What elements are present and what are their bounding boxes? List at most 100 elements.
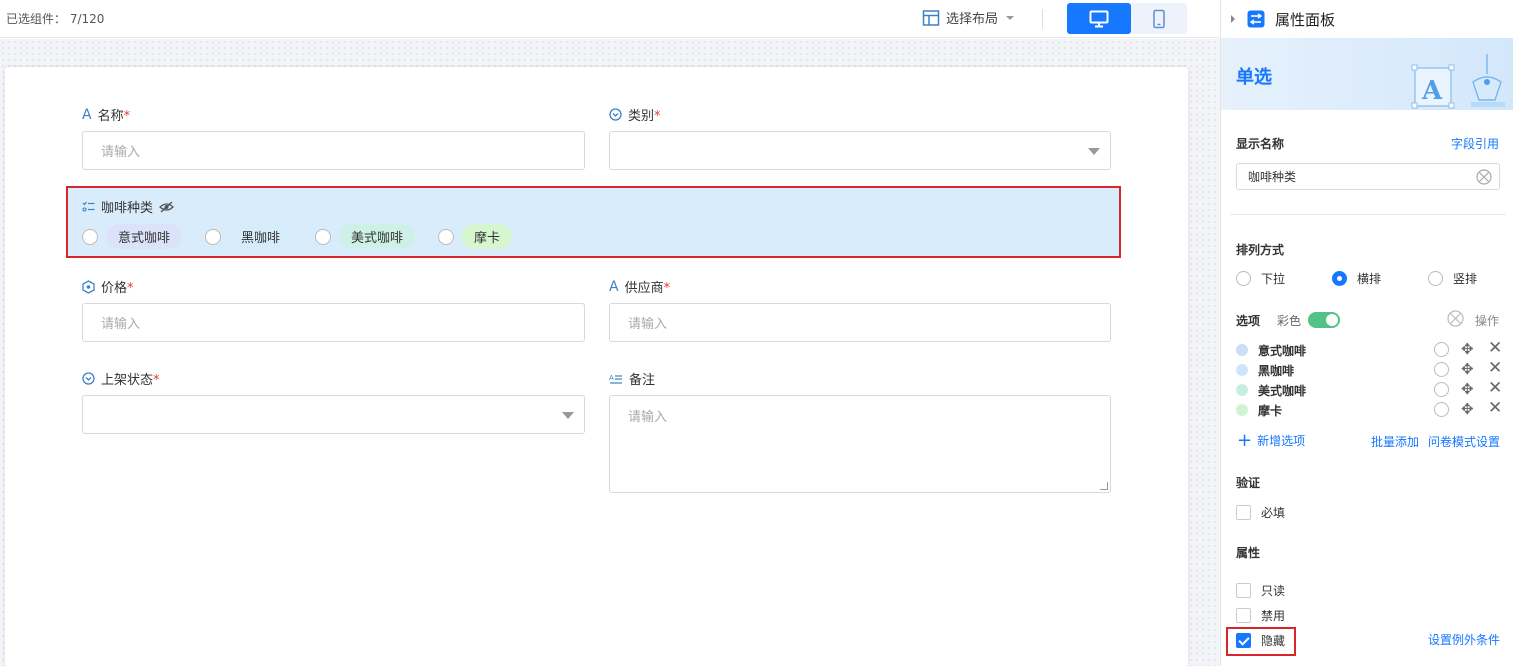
hidden-checkbox-highlight xyxy=(1226,627,1296,656)
action-label: 操作 xyxy=(1475,314,1500,328)
move-icon[interactable]: ✥ xyxy=(1461,380,1474,398)
svg-text:A: A xyxy=(609,374,614,382)
caret-down-icon xyxy=(1006,15,1015,20)
coffee-options: 意式咖啡 黑咖啡 美式咖啡 摩卡 xyxy=(82,224,535,249)
svg-text:A: A xyxy=(1421,76,1443,106)
radio-list-icon xyxy=(82,201,95,212)
radio-button[interactable] xyxy=(1428,271,1443,286)
mobile-view-button[interactable] xyxy=(1131,3,1187,34)
arrange-dropdown-radio[interactable]: 下拉 xyxy=(1236,270,1285,287)
arrange-vertical-radio[interactable]: 竖排 xyxy=(1428,270,1477,287)
radio-button[interactable] xyxy=(1236,271,1251,286)
default-radio[interactable] xyxy=(1434,402,1449,417)
arrange-label: 排列方式 xyxy=(1236,243,1285,257)
option-color-dot[interactable] xyxy=(1236,404,1248,416)
batch-add-link[interactable]: 批量添加 xyxy=(1371,433,1419,450)
move-icon[interactable]: ✥ xyxy=(1461,360,1474,378)
coffee-option[interactable]: 黑咖啡 xyxy=(205,224,293,249)
radio-button-checked[interactable] xyxy=(1332,271,1347,286)
category-select[interactable] xyxy=(609,131,1111,170)
radio-button[interactable] xyxy=(438,228,455,245)
category-field-label: 类别* xyxy=(609,105,661,124)
option-row: 黑咖啡 ✥ ✕ xyxy=(1236,358,1506,380)
settings-sliders-icon xyxy=(1247,10,1265,28)
attributes-label: 属性 xyxy=(1236,546,1261,560)
delete-icon[interactable]: ✕ xyxy=(1488,358,1502,378)
dropdown-circle-icon xyxy=(609,108,622,121)
display-name-label: 显示名称 xyxy=(1236,137,1285,151)
options-label: 选项 xyxy=(1236,314,1261,328)
phone-icon xyxy=(1153,9,1165,28)
property-panel: 属性面板 单选 A 显示名称 字段引用 咖啡种类 排列方式 下拉 横排 竖排 选… xyxy=(1220,0,1513,666)
price-field-label: 价格* xyxy=(82,277,134,296)
display-name-input[interactable]: 咖啡种类 xyxy=(1236,163,1500,190)
form-card: A 名称* 请输入 类别* 价格* 请输入 A 供应商* 请输入 上架状态* A… xyxy=(5,67,1188,667)
color-label: 彩色 xyxy=(1277,314,1302,328)
default-radio[interactable] xyxy=(1434,342,1449,357)
desktop-view-button[interactable] xyxy=(1067,3,1131,34)
radio-button[interactable] xyxy=(315,228,332,245)
supplier-field-label: A 供应商* xyxy=(609,278,671,297)
arrange-horizontal-radio[interactable]: 横排 xyxy=(1332,270,1381,287)
resize-handle[interactable] xyxy=(1100,482,1108,490)
component-type-banner: 单选 A xyxy=(1221,38,1513,110)
text-field-icon: A xyxy=(82,106,92,123)
price-input[interactable]: 请输入 xyxy=(82,303,585,342)
color-toggle[interactable] xyxy=(1308,312,1340,328)
divider xyxy=(1230,214,1506,215)
clear-icon[interactable] xyxy=(1476,169,1492,185)
design-canvas: A 名称* 请输入 类别* 价格* 请输入 A 供应商* 请输入 上架状态* A… xyxy=(0,39,1220,667)
select-layout-dropdown[interactable]: 选择布局 xyxy=(922,8,1016,27)
field-reference-link[interactable]: 字段引用 xyxy=(1451,135,1499,152)
radio-button[interactable] xyxy=(205,228,222,245)
monitor-icon xyxy=(1089,10,1109,27)
option-color-dot[interactable] xyxy=(1236,364,1248,376)
survey-mode-settings-link[interactable]: 问卷模式设置 xyxy=(1428,433,1500,450)
selected-component-count: 已选组件： 7/120 xyxy=(6,12,105,26)
panel-header: 属性面板 xyxy=(1221,0,1513,38)
name-field-label: A 名称* xyxy=(82,106,131,125)
select-layout-label: 选择布局 xyxy=(946,12,999,27)
note-field-label: A 备注 xyxy=(609,373,656,388)
name-input[interactable]: 请输入 xyxy=(82,131,585,170)
required-checkbox[interactable]: 必填 xyxy=(1236,504,1285,521)
option-row: 摩卡 ✥ ✕ xyxy=(1236,398,1506,420)
supplier-input[interactable]: 请输入 xyxy=(609,303,1111,342)
disabled-circle-icon xyxy=(1447,310,1464,327)
move-icon[interactable]: ✥ xyxy=(1461,340,1474,358)
plus-icon: + xyxy=(1237,429,1253,451)
caret-right-icon[interactable] xyxy=(1229,14,1237,24)
delete-icon[interactable]: ✕ xyxy=(1488,338,1502,358)
add-option-button[interactable]: + 新增选项 xyxy=(1237,429,1305,451)
panel-title: 属性面板 xyxy=(1275,10,1336,29)
note-textarea[interactable]: 请输入 xyxy=(609,395,1111,493)
text-field-icon: A xyxy=(609,278,619,295)
coffee-type-radio-field[interactable]: 咖啡种类 意式咖啡 黑咖啡 美式咖啡 摩卡 xyxy=(66,186,1121,258)
default-radio[interactable] xyxy=(1434,362,1449,377)
top-toolbar: 已选组件： 7/120 选择布局 xyxy=(0,0,1220,38)
delete-icon[interactable]: ✕ xyxy=(1488,398,1502,418)
caret-down-icon xyxy=(562,412,574,419)
default-radio[interactable] xyxy=(1434,382,1449,397)
coffee-option[interactable]: 意式咖啡 xyxy=(82,224,183,249)
move-icon[interactable]: ✥ xyxy=(1461,400,1474,418)
component-type-title: 单选 xyxy=(1236,67,1272,88)
divider xyxy=(1042,9,1043,29)
delete-icon[interactable]: ✕ xyxy=(1488,378,1502,398)
status-field-label: 上架状态* xyxy=(82,369,160,388)
exception-conditions-link[interactable]: 设置例外条件 xyxy=(1428,631,1500,648)
coffee-option[interactable]: 美式咖啡 xyxy=(315,224,416,249)
readonly-checkbox[interactable]: 只读 xyxy=(1236,582,1285,599)
option-color-dot[interactable] xyxy=(1236,384,1248,396)
radio-button[interactable] xyxy=(82,228,98,245)
option-row: 美式咖啡 ✥ ✕ xyxy=(1236,378,1506,400)
option-color-dot[interactable] xyxy=(1236,344,1248,356)
eye-hidden-icon xyxy=(159,200,174,213)
caret-down-icon xyxy=(1088,148,1100,155)
disabled-checkbox[interactable]: 禁用 xyxy=(1236,607,1285,624)
coffee-type-label: 咖啡种类 xyxy=(82,197,174,216)
number-field-icon xyxy=(82,279,95,294)
coffee-option[interactable]: 摩卡 xyxy=(438,224,513,249)
layout-icon xyxy=(922,9,940,26)
status-select[interactable] xyxy=(82,395,585,434)
